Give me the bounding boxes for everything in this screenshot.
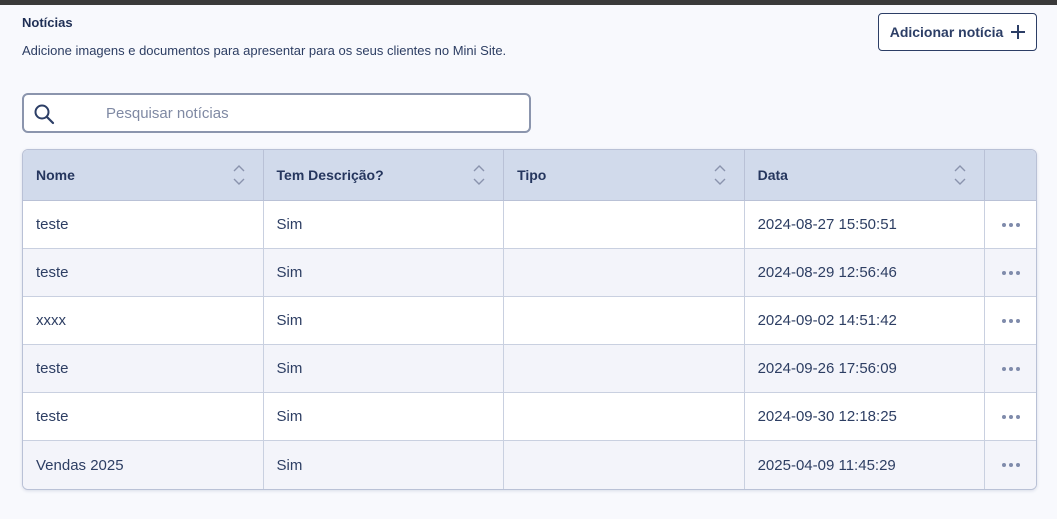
cell-tipo <box>504 393 745 440</box>
cell-data: 2025-04-09 11:45:29 <box>745 441 986 489</box>
more-horizontal-icon[interactable] <box>1000 265 1022 281</box>
cell-data: 2024-08-27 15:50:51 <box>745 201 986 248</box>
cell-tem-descricao: Sim <box>264 345 505 392</box>
cell-tem-descricao: Sim <box>264 249 505 296</box>
cell-data: 2024-09-30 12:18:25 <box>745 393 986 440</box>
cell-actions <box>985 393 1036 440</box>
cell-actions <box>985 345 1036 392</box>
news-panel: Notícias Adicione imagens e documentos p… <box>0 5 1057 519</box>
column-header-tem-descricao[interactable]: Tem Descrição? <box>264 150 505 200</box>
sort-icon[interactable] <box>473 165 485 185</box>
cell-nome: Vendas 2025 <box>23 441 264 489</box>
cell-tem-descricao: Sim <box>264 441 505 489</box>
column-header-tipo[interactable]: Tipo <box>504 150 745 200</box>
cell-actions <box>985 441 1036 489</box>
search-box[interactable] <box>22 93 531 133</box>
cell-actions <box>985 201 1036 248</box>
column-header-nome[interactable]: Nome <box>23 150 264 200</box>
more-horizontal-icon[interactable] <box>1000 457 1022 473</box>
search-icon <box>34 104 55 125</box>
cell-tipo <box>504 297 745 344</box>
column-header-data[interactable]: Data <box>745 150 986 200</box>
cell-data: 2024-09-02 14:51:42 <box>745 297 986 344</box>
cell-data: 2024-08-29 12:56:46 <box>745 249 986 296</box>
cell-actions <box>985 249 1036 296</box>
cell-tem-descricao: Sim <box>264 297 505 344</box>
cell-actions <box>985 297 1036 344</box>
add-news-button-label: Adicionar notícia <box>889 24 1004 40</box>
cell-tipo <box>504 201 745 248</box>
sort-icon[interactable] <box>954 165 966 185</box>
cell-nome: teste <box>23 345 264 392</box>
news-table: Nome Tem Descrição? Tipo Data teste Sim … <box>22 149 1037 490</box>
table-row[interactable]: teste Sim 2024-08-27 15:50:51 <box>23 201 1036 249</box>
table-row[interactable]: teste Sim 2024-09-26 17:56:09 <box>23 345 1036 393</box>
sort-icon[interactable] <box>233 165 245 185</box>
page-title: Notícias <box>22 15 73 30</box>
table-row[interactable]: teste Sim 2024-08-29 12:56:46 <box>23 249 1036 297</box>
more-horizontal-icon[interactable] <box>1000 217 1022 233</box>
cell-nome: teste <box>23 249 264 296</box>
table-row[interactable]: teste Sim 2024-09-30 12:18:25 <box>23 393 1036 441</box>
sort-icon[interactable] <box>714 165 726 185</box>
column-header-label: Tipo <box>517 167 547 183</box>
column-header-label: Tem Descrição? <box>276 167 384 183</box>
cell-tem-descricao: Sim <box>264 201 505 248</box>
cell-nome: teste <box>23 393 264 440</box>
cell-tipo <box>504 345 745 392</box>
cell-tem-descricao: Sim <box>264 393 505 440</box>
more-horizontal-icon[interactable] <box>1000 409 1022 425</box>
column-header-label: Nome <box>36 167 75 183</box>
cell-data: 2024-09-26 17:56:09 <box>745 345 986 392</box>
cell-tipo <box>504 441 745 489</box>
add-news-button[interactable]: Adicionar notícia <box>878 13 1037 51</box>
cell-tipo <box>504 249 745 296</box>
table-header-row: Nome Tem Descrição? Tipo Data <box>23 150 1036 201</box>
plus-icon <box>1011 25 1026 39</box>
column-header-label: Data <box>757 167 788 183</box>
search-input[interactable] <box>106 102 506 124</box>
page-subtitle: Adicione imagens e documentos para apres… <box>22 43 507 58</box>
table-row[interactable]: xxxx Sim 2024-09-02 14:51:42 <box>23 297 1036 345</box>
column-header-actions <box>985 150 1036 200</box>
cell-nome: teste <box>23 201 264 248</box>
cell-nome: xxxx <box>23 297 264 344</box>
table-row[interactable]: Vendas 2025 Sim 2025-04-09 11:45:29 <box>23 441 1036 489</box>
more-horizontal-icon[interactable] <box>1000 313 1022 329</box>
more-horizontal-icon[interactable] <box>1000 361 1022 377</box>
